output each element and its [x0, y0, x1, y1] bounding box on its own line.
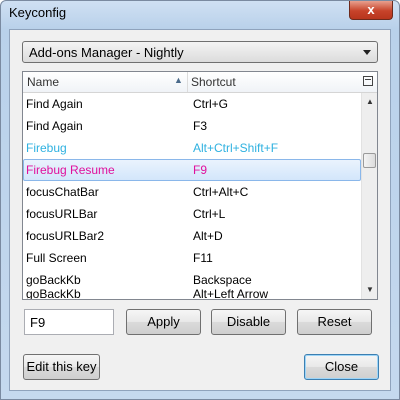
- key-input[interactable]: [24, 309, 114, 335]
- scroll-down-icon[interactable]: ▼: [362, 283, 378, 297]
- list-item-shortcut: Backspace: [193, 273, 252, 287]
- list-item-shortcut: F9: [193, 163, 208, 177]
- list-item[interactable]: Full Screen F11: [23, 247, 361, 269]
- title-bar[interactable]: Keyconfig x: [1, 1, 399, 29]
- column-divider[interactable]: [187, 72, 188, 92]
- list-item-name: goBackKb: [26, 273, 81, 287]
- keyconfig-window: Keyconfig x Add-ons Manager - Nightly Na…: [0, 0, 400, 400]
- chevron-down-icon: [363, 50, 371, 55]
- sort-ascending-icon: ▲: [174, 75, 183, 85]
- list-item-shortcut: F3: [193, 119, 208, 133]
- list-item[interactable]: Firebug Resume F9: [23, 159, 361, 181]
- list-item[interactable]: Find Again Ctrl+G: [23, 93, 361, 115]
- list-item-shortcut: F11: [193, 251, 213, 265]
- list-item-name: Full Screen: [26, 251, 87, 265]
- list-item-name: Firebug: [26, 141, 67, 155]
- apply-button[interactable]: Apply: [126, 309, 201, 335]
- list-item[interactable]: focusURLBar2 Alt+D: [23, 225, 361, 247]
- list-item-name: focusURLBar: [26, 207, 98, 221]
- scroll-up-icon[interactable]: ▲: [362, 95, 378, 109]
- window-select-dropdown[interactable]: Add-ons Manager - Nightly: [22, 41, 378, 63]
- window-title: Keyconfig: [9, 5, 67, 20]
- edit-key-button[interactable]: Edit this key: [23, 354, 100, 380]
- column-header-shortcut[interactable]: Shortcut: [191, 75, 236, 89]
- list-item-shortcut: Ctrl+L: [193, 207, 226, 221]
- list-item-shortcut: Alt+D: [193, 229, 223, 243]
- list-item[interactable]: focusChatBar Ctrl+Alt+C: [23, 181, 361, 203]
- list-item-name: Find Again: [26, 97, 83, 111]
- list-item-shortcut: Ctrl+Alt+C: [193, 185, 249, 199]
- list-header: Name ▲ Shortcut: [23, 72, 377, 93]
- list-item-shortcut: Ctrl+G: [193, 97, 229, 111]
- dropdown-selected-value: Add-ons Manager - Nightly: [29, 45, 184, 60]
- list-item[interactable]: Firebug Alt+Ctrl+Shift+F: [23, 137, 361, 159]
- list-item[interactable]: goBackKb Alt+Left Arrow: [23, 287, 361, 299]
- list-item[interactable]: focusURLBar Ctrl+L: [23, 203, 361, 225]
- list-item-name: focusChatBar: [26, 185, 99, 199]
- shortcut-list[interactable]: Name ▲ Shortcut Find Again Ctrl+G Find Aga…: [22, 71, 378, 300]
- list-item[interactable]: Find Again F3: [23, 115, 361, 137]
- dialog-client: Add-ons Manager - Nightly Name ▲ Shortcu…: [9, 29, 391, 391]
- reset-button[interactable]: Reset: [297, 309, 372, 335]
- vertical-scrollbar[interactable]: ▲ ▼: [361, 93, 377, 299]
- column-header-name[interactable]: Name: [27, 75, 59, 89]
- list-rows: Find Again Ctrl+G Find Again F3 Firebug Alt+C…: [23, 93, 361, 299]
- list-item-name: Find Again: [26, 119, 83, 133]
- list-item-name: Firebug Resume: [26, 163, 115, 177]
- disable-button[interactable]: Disable: [211, 309, 286, 335]
- list-item-name: focusURLBar2: [26, 229, 105, 243]
- close-button[interactable]: Close: [304, 354, 379, 380]
- scroll-thumb[interactable]: [363, 153, 376, 168]
- column-picker-icon[interactable]: [363, 76, 373, 86]
- list-item-shortcut: Alt+Ctrl+Shift+F: [193, 141, 279, 155]
- window-close-icon[interactable]: x: [349, 1, 393, 20]
- list-item-name: goBackKb: [26, 287, 81, 299]
- list-item-shortcut: Alt+Left Arrow: [193, 287, 269, 299]
